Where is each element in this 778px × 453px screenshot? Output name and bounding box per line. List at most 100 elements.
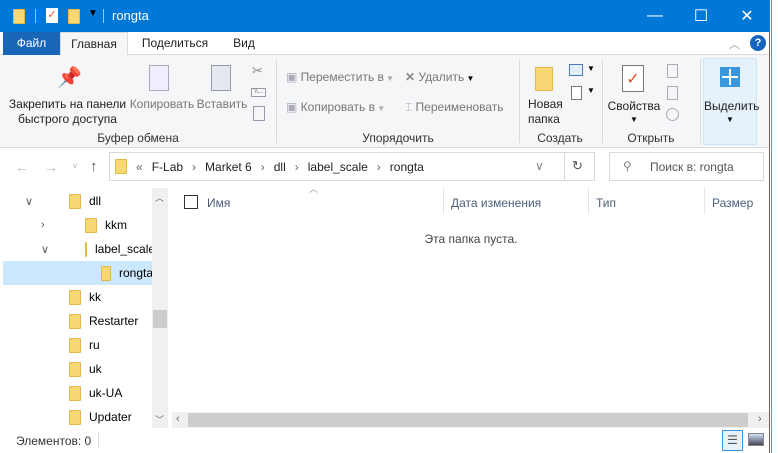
nav-item-restarter[interactable]: Restarter	[3, 309, 153, 333]
nav-item-label: uk-UA	[89, 386, 123, 400]
forward-button[interactable]: →	[44, 159, 58, 175]
history-icon[interactable]	[666, 108, 679, 121]
nav-scroll-thumb[interactable]	[153, 310, 167, 328]
minimize-button[interactable]: —	[632, 0, 678, 32]
paste-shortcut-icon[interactable]	[253, 106, 265, 121]
delete-button[interactable]: ✕ Удалить ▼	[405, 70, 474, 84]
breadcrumb-dll[interactable]: dll	[274, 160, 286, 174]
nav-item-label: uk	[89, 362, 102, 376]
back-button[interactable]: ←	[15, 159, 29, 175]
move-to-button[interactable]: ▣ Переместить в ▼	[286, 70, 394, 84]
nav-item-uk[interactable]: uk	[3, 357, 153, 381]
edit-icon[interactable]	[667, 86, 678, 100]
nav-scrollbar[interactable]: ︿ ﹀	[152, 188, 168, 428]
paste-button[interactable]: Вставить	[196, 55, 248, 128]
copy-button[interactable]: Копировать	[129, 55, 195, 128]
details-view-button[interactable]: ☰	[722, 430, 743, 451]
collapse-chevron-icon[interactable]: ∨	[25, 195, 33, 208]
nav-item-label: dll	[89, 194, 102, 208]
tab-file[interactable]: Файл	[3, 32, 60, 55]
breadcrumb-label-scale[interactable]: label_scale	[308, 160, 368, 174]
tab-view[interactable]: Вид	[224, 32, 264, 55]
nav-item-label: kkm	[105, 218, 127, 232]
search-placeholder: Поиск в: rongta	[650, 160, 734, 174]
large-icons-view-button[interactable]	[748, 433, 764, 446]
properties-icon: ✓	[622, 65, 644, 92]
nav-item-kkm[interactable]: › kkm	[3, 213, 153, 237]
open-icon[interactable]	[667, 64, 678, 78]
nav-item-label: rongta	[118, 266, 153, 280]
new-folder-label-2: папка	[528, 112, 560, 126]
breadcrumb-rongta[interactable]: rongta	[390, 160, 424, 174]
properties-quick-icon[interactable]: ✓	[46, 8, 58, 23]
pin-quick-access-button[interactable]: 📌 Закрепить на панели быстрого доступа	[5, 55, 130, 128]
easy-access-icon[interactable]	[571, 86, 582, 100]
nav-item-label: Updater	[89, 410, 132, 424]
horizontal-scrollbar[interactable]: ‹ ›	[172, 412, 769, 428]
maximize-button[interactable]: ☐	[678, 0, 724, 32]
search-input[interactable]: ⚲ Поиск в: rongta	[609, 152, 764, 181]
nav-item-kk[interactable]: kk	[3, 285, 153, 309]
new-item-icon[interactable]	[569, 64, 583, 76]
move-to-label: Переместить в	[300, 70, 384, 84]
search-icon: ⚲	[623, 159, 632, 173]
nav-item-label: kk	[89, 290, 101, 304]
create-group-label: Создать	[537, 131, 583, 145]
folder-icon	[101, 265, 111, 281]
folder-icon	[69, 385, 81, 401]
folder-icon	[69, 313, 81, 329]
dropdown-arrow-icon: ▼	[630, 115, 638, 124]
up-button[interactable]: ↑	[90, 158, 98, 175]
tab-share[interactable]: Поделиться	[134, 32, 216, 55]
close-button[interactable]: ✕	[724, 0, 769, 32]
nav-item-label-scale[interactable]: ∨ label_scale	[3, 237, 155, 261]
nav-item-dll[interactable]: ∨ dll	[3, 189, 153, 213]
rename-label: Переименовать	[415, 100, 504, 114]
select-button[interactable]: Выделить ▼	[703, 58, 759, 145]
address-bar[interactable]: « F-Lab › Market 6 › dll › label_scale › ron…	[109, 152, 595, 181]
horizontal-scroll-thumb[interactable]	[188, 413, 748, 427]
cut-icon[interactable]: ✂	[252, 63, 263, 79]
clipboard-icon	[211, 65, 231, 91]
breadcrumb-f-lab[interactable]: F-Lab	[152, 160, 183, 174]
new-folder-label: Новая	[528, 97, 563, 111]
nav-item-ru[interactable]: ru	[3, 333, 153, 357]
copy-to-button[interactable]: ▣ Копировать в ▼	[286, 100, 385, 114]
new-folder-quick-icon[interactable]	[68, 9, 80, 24]
copy-label: Копировать	[129, 97, 195, 111]
refresh-button[interactable]: ↻	[572, 158, 583, 174]
copy-path-icon[interactable]: \\...	[251, 88, 266, 97]
tab-home[interactable]: Главная	[60, 32, 128, 55]
properties-button[interactable]: ✓ Свойства ▼	[606, 55, 662, 128]
customize-quick-access-icon[interactable]: ▼	[88, 8, 98, 19]
column-name[interactable]: Имя	[207, 196, 230, 210]
nav-item-rongta[interactable]: rongta	[3, 261, 153, 285]
expand-chevron-icon[interactable]: ›	[41, 219, 45, 231]
properties-label: Свойства	[607, 99, 661, 113]
column-type[interactable]: Тип	[596, 196, 616, 210]
help-icon[interactable]: ?	[750, 35, 766, 51]
open-group-label: Открыть	[627, 131, 675, 145]
window-title: rongta	[112, 8, 149, 23]
breadcrumb-market-6[interactable]: Market 6	[205, 160, 252, 174]
select-all-checkbox[interactable]	[184, 195, 198, 209]
collapse-chevron-icon[interactable]: ∨	[41, 243, 49, 256]
delete-label: Удалить	[418, 70, 465, 84]
column-date[interactable]: Дата изменения	[451, 196, 541, 210]
column-size[interactable]: Размер	[712, 196, 753, 210]
recent-locations-button[interactable]: ∨	[72, 161, 78, 170]
folder-icon	[69, 361, 81, 377]
collapse-ribbon-icon[interactable]: ︿	[729, 36, 740, 52]
divider	[103, 9, 104, 23]
new-folder-button[interactable]: Новая папка	[524, 55, 566, 128]
nav-item-uk-ua[interactable]: uk-UA	[3, 381, 153, 405]
breadcrumb: « F-Lab › Market 6 › dll › label_scale › ron…	[136, 160, 424, 174]
file-list: ︿ Имя Дата изменения Тип Размер Эта папк…	[172, 184, 769, 428]
nav-item-updater[interactable]: Updater	[3, 405, 153, 429]
copy-icon	[149, 65, 169, 91]
breadcrumb-overflow[interactable]: «	[136, 160, 143, 174]
paste-label: Вставить	[196, 97, 248, 111]
rename-button[interactable]: ⌶ Переименовать	[405, 100, 504, 115]
organize-group-label: Упорядочить	[362, 131, 434, 145]
clipboard-group-label: Буфер обмена	[97, 131, 179, 145]
